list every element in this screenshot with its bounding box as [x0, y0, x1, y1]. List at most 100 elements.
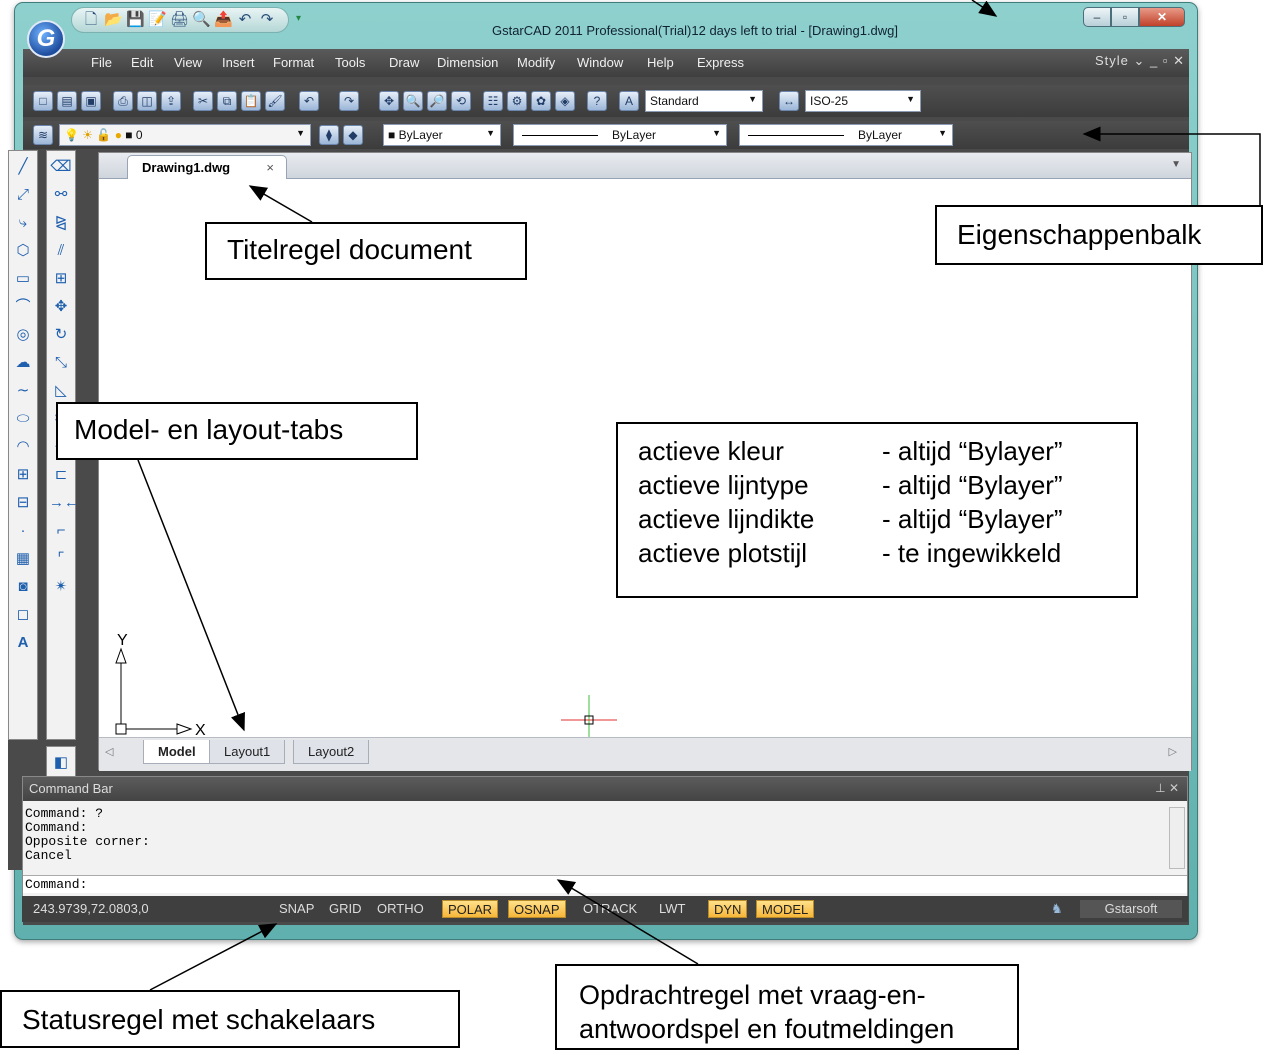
design-center-icon[interactable]: ⚙ [507, 91, 527, 111]
menu-view[interactable]: View [174, 55, 202, 70]
new-icon[interactable]: □ [33, 91, 53, 111]
preview-icon[interactable]: 🔍 [192, 11, 211, 29]
circle-icon[interactable]: ◎ [11, 323, 35, 347]
menu-draw[interactable]: Draw [389, 55, 419, 70]
lwt-toggle[interactable]: LWT [654, 900, 690, 918]
erase-icon[interactable]: ⌫ [49, 155, 73, 179]
text-icon[interactable]: A [11, 631, 35, 655]
layer-select[interactable]: 💡 ☀ 🔓 ● ■ 0 ▼ [59, 124, 311, 146]
scale-icon[interactable]: ⤡ [49, 351, 73, 375]
revcloud-icon[interactable]: ☁ [11, 351, 35, 375]
wipeout-icon[interactable]: ◻ [11, 603, 35, 627]
tab-list-chevron-icon[interactable]: ▼ [1171, 159, 1181, 170]
menu-format[interactable]: Format [273, 55, 314, 70]
move-icon[interactable]: ✥ [49, 295, 73, 319]
spline-icon[interactable]: ∼ [11, 379, 35, 403]
model-toggle[interactable]: MODEL [756, 900, 815, 918]
save-icon[interactable]: 💾 [126, 11, 145, 29]
arc-icon[interactable]: ⌒ [11, 295, 35, 319]
offset-icon[interactable]: ⫽ [49, 239, 73, 263]
command-scrollbar[interactable] [1169, 807, 1185, 869]
dyn-toggle[interactable]: DYN [708, 900, 748, 918]
pin-close-icon[interactable]: ⊥ ✕ [1155, 781, 1179, 795]
layer-manager-icon[interactable]: ≋ [33, 125, 53, 145]
menu-dimension[interactable]: Dimension [437, 55, 498, 70]
paste-icon[interactable]: 📋 [241, 91, 261, 111]
polygon-icon[interactable]: ⬡ [11, 239, 35, 263]
text-style-icon[interactable]: A [619, 91, 639, 111]
minimize-button[interactable]: – [1083, 7, 1111, 27]
make-block-icon[interactable]: ⊟ [11, 491, 35, 515]
document-tab[interactable]: Drawing1.dwg × [127, 155, 287, 179]
ellipse-icon[interactable]: ⬭ [11, 407, 35, 431]
print-icon[interactable]: 🖨 [170, 11, 189, 29]
publish-icon[interactable]: ⇪ [161, 91, 181, 111]
menu-help[interactable]: Help [647, 55, 674, 70]
publish-icon[interactable]: 📤 [214, 11, 233, 29]
mirror-icon[interactable]: ⧎ [49, 211, 73, 235]
menu-edit[interactable]: Edit [131, 55, 153, 70]
dim-style-select[interactable]: ISO-25 ▼ [805, 90, 921, 112]
copy-icon[interactable]: ⧉ [217, 91, 237, 111]
command-input[interactable]: Command: [23, 875, 1187, 893]
array-icon[interactable]: ⊞ [49, 267, 73, 291]
menu-window[interactable]: Window [577, 55, 623, 70]
menu-insert[interactable]: Insert [222, 55, 255, 70]
rectangle-icon[interactable]: ▭ [11, 267, 35, 291]
close-tab-icon[interactable]: × [266, 160, 274, 175]
linetype-select[interactable]: ByLayer ▼ [513, 124, 727, 146]
layer-previous-icon[interactable]: ◆ [343, 125, 363, 145]
print-icon[interactable]: ⎙ [113, 91, 133, 111]
save-icon[interactable]: ▣ [81, 91, 101, 111]
help-icon[interactable]: ? [587, 91, 607, 111]
ellipse-arc-icon[interactable]: ◠ [11, 435, 35, 459]
color-select[interactable]: ■ ByLayer ▼ [383, 124, 501, 146]
polyline-icon[interactable]: ⤷ [11, 211, 35, 235]
tab-layout1[interactable]: Layout1 [209, 740, 286, 764]
insert-block-icon[interactable]: ⊞ [11, 463, 35, 487]
polar-toggle[interactable]: POLAR [442, 900, 499, 918]
markup-icon[interactable]: ◈ [555, 91, 575, 111]
bring-front-icon[interactable]: ◧ [49, 751, 73, 775]
tool-palettes-icon[interactable]: ✿ [531, 91, 551, 111]
new-file-icon[interactable]: 🗋 [82, 11, 100, 29]
open-icon[interactable]: ▤ [57, 91, 77, 111]
properties-icon[interactable]: ☷ [483, 91, 503, 111]
grid-toggle[interactable]: GRID [324, 900, 367, 918]
explode-icon[interactable]: ✴ [49, 575, 73, 599]
plot-preview-icon[interactable]: ◫ [137, 91, 157, 111]
line-icon[interactable]: ╱ [11, 155, 35, 179]
copy-object-icon[interactable]: ⚯ [49, 183, 73, 207]
app-logo[interactable]: G [27, 20, 65, 58]
ortho-toggle[interactable]: ORTHO [372, 900, 429, 918]
redo-icon[interactable]: ↷ [339, 91, 359, 111]
close-button[interactable]: ✕ [1139, 7, 1185, 27]
menu-modify[interactable]: Modify [517, 55, 555, 70]
scroll-left-icon[interactable]: ◁ [105, 745, 113, 758]
style-menu[interactable]: Style ⌄ _ ▫ ✕ [1095, 53, 1185, 69]
open-folder-icon[interactable]: 📂 [104, 11, 123, 29]
menu-file[interactable]: File [91, 55, 112, 70]
match-properties-icon[interactable]: 🖌 [265, 91, 285, 111]
make-current-layer-icon[interactable]: ⧫ [319, 125, 339, 145]
osnap-toggle[interactable]: OSNAP [508, 900, 566, 918]
pan-icon[interactable]: ✥ [379, 91, 399, 111]
zoom-window-icon[interactable]: 🔎 [427, 91, 447, 111]
snap-toggle[interactable]: SNAP [274, 900, 319, 918]
qat-dropdown-icon[interactable]: ▾ [296, 13, 301, 24]
menu-express[interactable]: Express [697, 55, 744, 70]
hatch-icon[interactable]: ▦ [11, 547, 35, 571]
menu-tools[interactable]: Tools [335, 55, 365, 70]
maximize-button[interactable]: ▫ [1111, 7, 1139, 27]
break-icon[interactable]: ⊏ [49, 463, 73, 487]
cut-icon[interactable]: ✂ [193, 91, 213, 111]
stretch-icon[interactable]: ◺ [49, 379, 73, 403]
ray-icon[interactable]: ⤢ [11, 183, 35, 207]
region-icon[interactable]: ◙ [11, 575, 35, 599]
undo-icon[interactable]: ↶ [299, 91, 319, 111]
tab-layout2[interactable]: Layout2 [293, 740, 370, 764]
zoom-previous-icon[interactable]: ⟲ [451, 91, 471, 111]
text-style-select[interactable]: Standard ▼ [645, 90, 763, 112]
lineweight-select[interactable]: ByLayer ▼ [739, 124, 953, 146]
redo-icon[interactable]: ↷ [258, 11, 276, 29]
